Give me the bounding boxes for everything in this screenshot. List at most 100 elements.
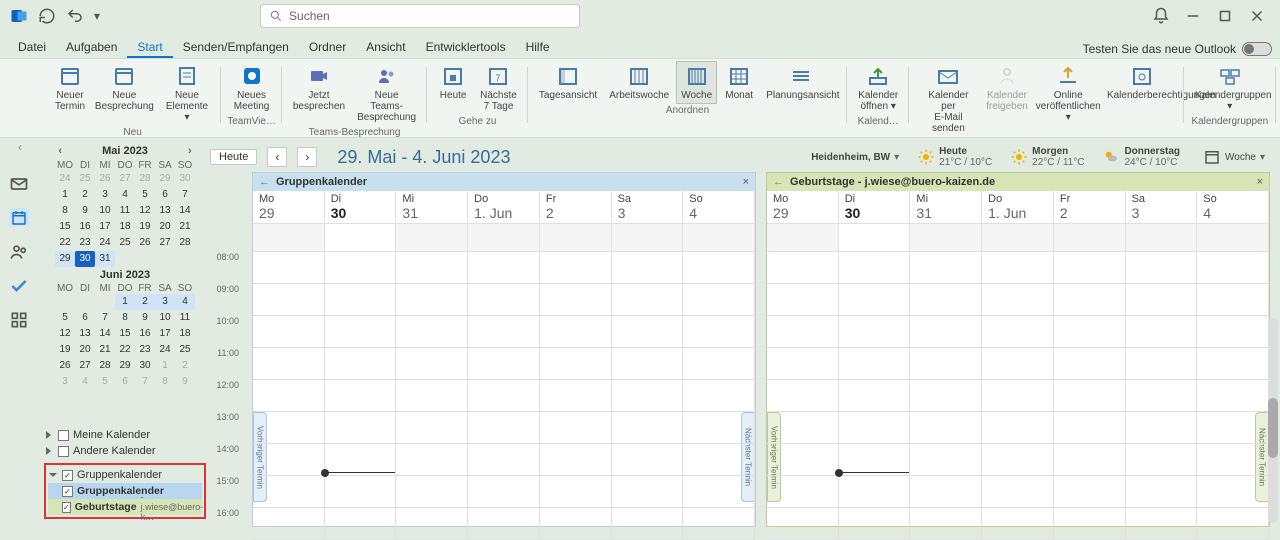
datepicker-day[interactable]: 14: [175, 203, 195, 219]
time-slot-column[interactable]: [982, 252, 1054, 540]
datepicker-day[interactable]: 9: [135, 310, 155, 326]
datepicker-day[interactable]: 25: [115, 235, 135, 251]
datepicker-day[interactable]: 27: [155, 235, 175, 251]
ribbon-n-chste-tage[interactable]: 7Nächste7 Tage: [475, 61, 522, 115]
day-header[interactable]: So4: [683, 191, 755, 223]
datepicker-day[interactable]: 11: [115, 203, 135, 219]
rail-collapse-icon[interactable]: ‹: [18, 140, 38, 158]
datepicker-day[interactable]: 25: [175, 342, 195, 358]
day-header[interactable]: Do1. Jun: [982, 191, 1054, 223]
datepicker-day[interactable]: 27: [115, 171, 135, 187]
datepicker-day[interactable]: 4: [75, 374, 95, 390]
datepicker-day[interactable]: 31: [95, 251, 115, 267]
datepicker-day[interactable]: 19: [135, 219, 155, 235]
datepicker-day[interactable]: 10: [155, 310, 175, 326]
datepicker-day[interactable]: 27: [75, 358, 95, 374]
datepicker-day[interactable]: 28: [175, 235, 195, 251]
day-header[interactable]: Mo29: [767, 191, 839, 223]
my-calendars-group[interactable]: Meine Kalender: [44, 427, 206, 443]
datepicker-day[interactable]: 29: [55, 251, 75, 267]
datepicker-day[interactable]: 13: [155, 203, 175, 219]
datepicker-day[interactable]: 24: [155, 342, 175, 358]
datepicker-day[interactable]: 15: [55, 219, 75, 235]
datepicker-day[interactable]: 16: [75, 219, 95, 235]
datepicker-day[interactable]: 11: [175, 310, 195, 326]
datepicker-day[interactable]: 29: [155, 171, 175, 187]
ribbon-kalender-per-e-mail-senden[interactable]: Kalender perE-Mail senden: [915, 61, 981, 137]
time-slot-column[interactable]: [839, 252, 911, 540]
day-header[interactable]: Di30: [325, 191, 397, 223]
menu-start[interactable]: Start: [127, 36, 172, 58]
day-header[interactable]: Fr2: [540, 191, 612, 223]
ribbon-kalenderberechtigungen[interactable]: Kalenderberechtigungen: [1106, 61, 1178, 137]
datepicker-day[interactable]: 20: [155, 219, 175, 235]
maximize-button[interactable]: [1216, 7, 1234, 25]
datepicker-day[interactable]: 1: [155, 358, 175, 374]
datepicker-day[interactable]: 30: [175, 171, 195, 187]
time-slot-column[interactable]: [612, 252, 684, 540]
weather-heute[interactable]: Heute21°C / 10°C: [917, 146, 992, 168]
datepicker-day[interactable]: 12: [135, 203, 155, 219]
other-calendars-group[interactable]: Andere Kalender: [44, 443, 206, 459]
datepicker-day[interactable]: 7: [95, 310, 115, 326]
datepicker-day[interactable]: 20: [75, 342, 95, 358]
datepicker-day[interactable]: 24: [55, 171, 75, 187]
datepicker-day[interactable]: 6: [115, 374, 135, 390]
menu-datei[interactable]: Datei: [8, 36, 56, 58]
qat-dropdown[interactable]: ▾: [94, 9, 100, 23]
datepicker-day[interactable]: 8: [55, 203, 75, 219]
ribbon-tagesansicht[interactable]: Tagesansicht: [534, 61, 602, 104]
ribbon-kalendergruppen-[interactable]: Kalendergruppen▾: [1190, 61, 1270, 115]
day-header[interactable]: Mo29: [253, 191, 325, 223]
datepicker-day[interactable]: 8: [155, 374, 175, 390]
datepicker-day[interactable]: 3: [155, 294, 175, 310]
people-icon[interactable]: [9, 242, 29, 260]
datepicker-day[interactable]: 7: [135, 374, 155, 390]
pane1-close-icon[interactable]: ×: [743, 176, 749, 188]
menu-hilfe[interactable]: Hilfe: [516, 36, 560, 58]
view-switcher[interactable]: Woche ▾: [1198, 145, 1270, 169]
datepicker-day[interactable]: 9: [75, 203, 95, 219]
minimize-button[interactable]: [1184, 7, 1202, 25]
day-header[interactable]: Sa3: [612, 191, 684, 223]
ribbon-planungsansicht[interactable]: Planungsansicht: [761, 61, 841, 104]
time-slot-column[interactable]: [468, 252, 540, 540]
datepicker-day[interactable]: 19: [55, 342, 75, 358]
datepicker-day[interactable]: 13: [75, 326, 95, 342]
other-calendars-checkbox[interactable]: [58, 446, 69, 457]
undo-icon[interactable]: [66, 7, 84, 25]
notifications-icon[interactable]: [1152, 7, 1170, 25]
datepicker-day[interactable]: 23: [75, 235, 95, 251]
time-slot-column[interactable]: [325, 252, 397, 540]
time-slot-column[interactable]: [540, 252, 612, 540]
gruppenkalender-checkbox[interactable]: [62, 486, 73, 497]
ribbon-monat[interactable]: Monat: [719, 61, 759, 104]
datepicker-day[interactable]: 25: [75, 171, 95, 187]
datepicker-day[interactable]: 21: [175, 219, 195, 235]
date-picker[interactable]: ‹ Mai 2023 › MODIMIDOFRSASO 242526272829…: [42, 142, 208, 390]
ribbon-neue-elemente-[interactable]: NeueElemente ▾: [159, 61, 215, 126]
datepicker-day[interactable]: 2: [175, 358, 195, 374]
ribbon-jetzt-besprechen[interactable]: Jetztbesprechen: [288, 61, 350, 126]
refresh-icon[interactable]: [38, 7, 56, 25]
close-button[interactable]: [1248, 7, 1266, 25]
datepicker-day[interactable]: 28: [135, 171, 155, 187]
datepicker-day[interactable]: 30: [135, 358, 155, 374]
ribbon-kalender-ffnen-[interactable]: Kalenderöffnen ▾: [853, 61, 903, 115]
mail-icon[interactable]: [9, 174, 29, 192]
datepicker-day[interactable]: 5: [135, 187, 155, 203]
pane2-close-icon[interactable]: ×: [1257, 176, 1263, 188]
calendar-item-geburtstage[interactable]: Geburtstage - j.wiese@buero-k…: [48, 499, 202, 515]
group-calendars-header[interactable]: Gruppenkalender: [48, 467, 202, 483]
prev-week-button[interactable]: ‹: [267, 147, 287, 167]
datepicker-day[interactable]: 17: [155, 326, 175, 342]
time-slot-column[interactable]: [1054, 252, 1126, 540]
menu-aufgaben[interactable]: Aufgaben: [56, 36, 127, 58]
prev-month-button[interactable]: ‹: [58, 145, 62, 157]
datepicker-day[interactable]: 29: [115, 358, 135, 374]
more-apps-icon[interactable]: [9, 310, 29, 328]
datepicker-day[interactable]: 1: [115, 294, 135, 310]
ribbon-neue-besprechung[interactable]: NeueBesprechung: [92, 61, 157, 126]
today-button[interactable]: Heute: [210, 149, 257, 165]
datepicker-day[interactable]: 1: [55, 187, 75, 203]
